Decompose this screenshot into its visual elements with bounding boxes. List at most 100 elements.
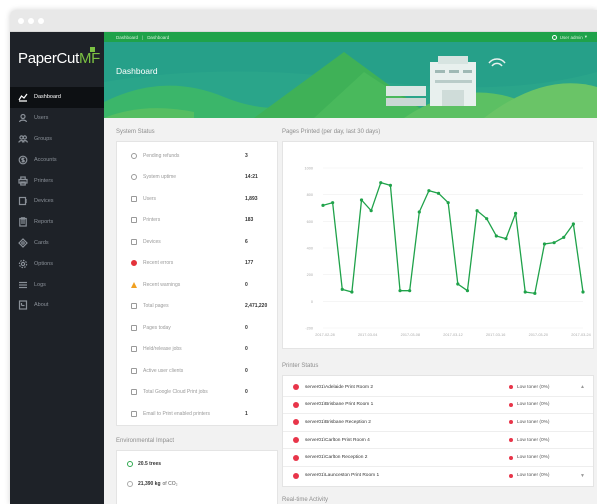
chart-data-point	[388, 183, 393, 187]
status-row[interactable]: Total pages 2,471,220	[117, 296, 277, 318]
printer-row[interactable]: server01\Brisbane Print Room 1 Low toner …	[283, 397, 593, 415]
sidebar-item-reports[interactable]: Reports	[10, 212, 104, 233]
status-row[interactable]: Email to Print enabled printers 1	[117, 403, 277, 425]
printer-name[interactable]: server01\Adelaide Print Room 2	[305, 385, 373, 390]
status-row[interactable]: Devices 6	[117, 231, 277, 253]
printer-row[interactable]: server01\Adelaide Print Room 2 Low toner …	[283, 379, 593, 397]
refund-icon	[131, 152, 137, 159]
status-label: Recent warnings	[143, 281, 181, 288]
status-dot-icon	[509, 473, 513, 478]
chart-data-point	[331, 201, 335, 205]
chart-data-point	[552, 241, 556, 245]
status-label: System uptime	[143, 174, 177, 181]
printer-row[interactable]: server01\Carlton Reception 2 Low toner (0…	[283, 449, 593, 467]
system-status-title: System Status	[116, 129, 155, 135]
sidebar-item-label: Dashboard	[34, 94, 61, 101]
status-row[interactable]: Users 1,893	[117, 188, 277, 210]
status-row[interactable]: Recent warnings 0	[117, 274, 277, 296]
printer-row[interactable]: server01\Carlton Print Room 4 Low toner (…	[283, 432, 593, 450]
sidebar-item-label: Cards	[34, 239, 49, 246]
env-row: 21,390 kg of CO₂	[117, 474, 277, 494]
status-row[interactable]: System uptime 14:21	[117, 167, 277, 189]
y-tick-label: 800	[307, 193, 313, 197]
status-row[interactable]: Held/release jobs 0	[117, 339, 277, 361]
status-row[interactable]: Recent errors 177	[117, 253, 277, 275]
chart-data-point	[446, 201, 450, 205]
status-label: Held/release jobs	[143, 346, 182, 353]
printer-status-text: Low toner (0%)	[517, 384, 550, 390]
cloud-print-icon	[131, 389, 137, 396]
chart-data-point	[350, 290, 354, 294]
status-value: 2,471,220	[245, 303, 268, 310]
status-row[interactable]: Active user clients 0	[117, 360, 277, 382]
printer-error-icon	[293, 419, 299, 426]
printer-icon	[131, 217, 137, 224]
status-row[interactable]: Pending refunds 3	[117, 145, 277, 167]
user-menu[interactable]: User admin ▾	[551, 34, 587, 40]
status-value: 14:21	[245, 174, 258, 181]
sidebar: PaperCutMF Dashboard Users Groups Accoun…	[10, 32, 104, 504]
sidebar-item-label: Printers	[34, 177, 53, 184]
scroll-up-icon[interactable]: ▲	[580, 384, 585, 390]
environmental-impact-panel: 20.5 trees 21,390 kg of CO₂	[116, 450, 278, 504]
chart-data-point	[513, 211, 518, 215]
banner-landscape-illustration	[104, 42, 597, 118]
sidebar-item-cards[interactable]: Cards	[10, 233, 104, 254]
logs-icon	[19, 281, 27, 288]
sidebar-item-logs[interactable]: Logs	[10, 274, 104, 295]
sidebar-item-users[interactable]: Users	[10, 108, 104, 129]
chart-data-point	[436, 191, 441, 195]
printer-name[interactable]: server01\Carlton Reception 2	[305, 455, 367, 460]
chart-data-point	[571, 222, 575, 226]
printer-name[interactable]: server01\Carlton Print Room 4	[305, 438, 370, 443]
y-tick-label: 400	[307, 247, 313, 251]
sidebar-item-label: Options	[34, 260, 53, 267]
email-print-icon	[131, 410, 137, 417]
sidebar-item-label: About	[34, 302, 49, 309]
realtime-activity-title: Real-time Activity	[282, 497, 329, 503]
sidebar-item-dashboard[interactable]: Dashboard	[10, 87, 104, 108]
status-label: Devices	[143, 238, 161, 245]
status-row[interactable]: Total Google Cloud Print jobs 0	[117, 382, 277, 404]
status-label: Pending refunds	[143, 152, 180, 159]
user-icon	[18, 114, 28, 123]
env-label: of CO₂	[162, 481, 178, 487]
system-status-panel: Pending refunds 3 System uptime 14:21 User…	[116, 141, 278, 426]
clock-icon	[131, 174, 137, 181]
window-control-dot[interactable]	[38, 18, 44, 24]
printer-icon	[18, 175, 28, 186]
window-control-dot[interactable]	[28, 18, 34, 24]
scroll-down-icon[interactable]: ▼	[580, 473, 585, 479]
x-tick-label: 2017-03-16	[486, 333, 505, 337]
sidebar-item-options[interactable]: Options	[10, 253, 104, 274]
printer-name[interactable]: server01\Brisbane Print Room 1	[305, 402, 373, 407]
window-titlebar	[10, 10, 597, 32]
printer-row[interactable]: server01\Brisbane Reception 2 Low toner (…	[283, 414, 593, 432]
tree-icon	[127, 461, 133, 467]
status-label: Total pages	[143, 303, 169, 310]
sidebar-item-about[interactable]: About	[10, 295, 104, 316]
sidebar-item-devices[interactable]: Devices	[10, 191, 104, 212]
status-row[interactable]: Printers 183	[117, 210, 277, 232]
y-tick-label: 200	[307, 273, 313, 277]
printer-name[interactable]: server01\Launceston Print Room 1	[305, 473, 379, 478]
sidebar-item-groups[interactable]: Groups	[10, 129, 104, 150]
pages-printed-chart: 1000 800 600 400 200 0 -2002017-02-28 2017-03-0…	[305, 167, 591, 338]
sidebar-item-printers[interactable]: Printers	[10, 170, 104, 191]
printer-status-text: Low toner (0%)	[517, 437, 550, 443]
x-tick-label: 2017-03-04	[358, 333, 377, 337]
papercut-logo[interactable]: PaperCutMF	[18, 50, 100, 67]
printer-row[interactable]: server01\Launceston Print Room 1 Low tone…	[283, 467, 593, 485]
printer-status-text: Low toner (0%)	[517, 419, 550, 425]
env-value: 20.5 trees	[138, 461, 162, 467]
printer-name[interactable]: server01\Brisbane Reception 2	[305, 420, 371, 425]
sidebar-item-accounts[interactable]: Accounts	[10, 149, 104, 170]
chart-data-point	[581, 290, 585, 294]
status-row[interactable]: Pages today 0	[117, 317, 277, 339]
x-tick-label: 2017-03-12	[443, 333, 462, 337]
breadcrumb-root-link[interactable]: Dashboard	[116, 35, 138, 40]
y-tick-label: -200	[305, 327, 313, 331]
chart-data-point	[408, 289, 412, 293]
x-tick-label: 2017-03-20	[529, 333, 548, 337]
window-control-dot[interactable]	[18, 18, 24, 24]
